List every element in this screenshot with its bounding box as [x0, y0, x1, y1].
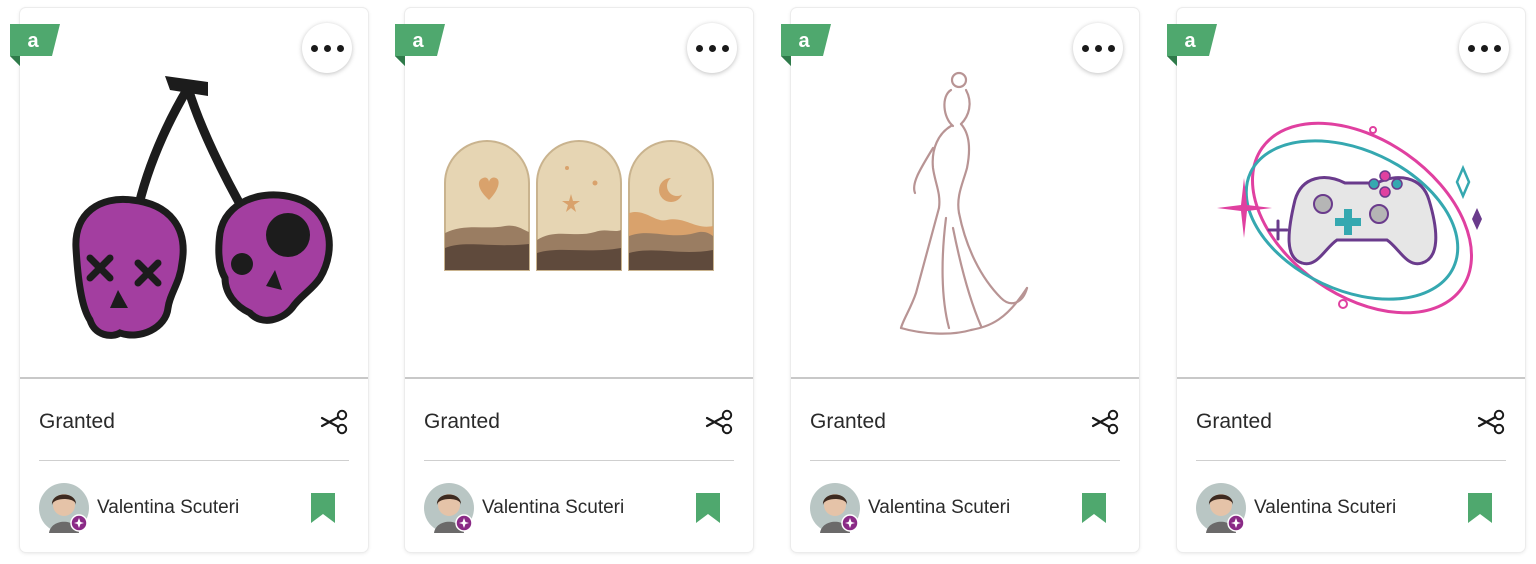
- more-options-icon: [310, 44, 344, 52]
- project-card[interactable]: a Granted Valentina Scuteri: [395, 8, 753, 552]
- author-row: Valentina Scuteri: [39, 482, 349, 534]
- project-grid: a Granted Valentina Scuteri a Granted Va…: [0, 0, 1536, 564]
- a-badge-icon: a: [10, 24, 60, 66]
- author-row: Valentina Scuteri: [424, 482, 734, 534]
- bookmark-icon[interactable]: [1080, 492, 1108, 524]
- author-name[interactable]: Valentina Scuteri: [868, 497, 1080, 519]
- scissors-icon[interactable]: [1476, 407, 1506, 437]
- card-title-row: Granted: [810, 400, 1120, 444]
- card-divider: [424, 460, 734, 461]
- bookmark-icon[interactable]: [694, 492, 722, 524]
- project-card[interactable]: a Granted Valentina Scuteri: [1167, 8, 1525, 552]
- card-thumbnail[interactable]: a: [395, 8, 753, 379]
- svg-text:a: a: [798, 30, 810, 52]
- author-row: Valentina Scuteri: [1196, 482, 1506, 534]
- svg-text:a: a: [1184, 30, 1196, 52]
- avatar[interactable]: [424, 483, 474, 533]
- card-divider: [1196, 460, 1506, 461]
- scissors-icon[interactable]: [1090, 407, 1120, 437]
- author-name[interactable]: Valentina Scuteri: [97, 497, 309, 519]
- card-title[interactable]: Granted: [810, 410, 886, 434]
- more-options-button[interactable]: [1073, 23, 1123, 73]
- card-thumbnail[interactable]: a: [781, 8, 1139, 379]
- a-badge-icon: a: [781, 24, 831, 66]
- card-title[interactable]: Granted: [424, 410, 500, 434]
- card-divider: [810, 460, 1120, 461]
- more-options-icon: [1467, 44, 1501, 52]
- card-title-row: Granted: [424, 400, 734, 444]
- project-card[interactable]: a Granted Valentina Scuteri: [781, 8, 1139, 552]
- bookmark-icon[interactable]: [309, 492, 337, 524]
- a-badge-icon: a: [395, 24, 445, 66]
- svg-text:a: a: [27, 30, 39, 52]
- card-thumbnail[interactable]: a: [1167, 8, 1525, 379]
- more-options-button[interactable]: [687, 23, 737, 73]
- card-title[interactable]: Granted: [1196, 410, 1272, 434]
- card-title-row: Granted: [1196, 400, 1506, 444]
- scissors-icon[interactable]: [704, 407, 734, 437]
- more-options-button[interactable]: [302, 23, 352, 73]
- card-divider: [39, 460, 349, 461]
- card-title[interactable]: Granted: [39, 410, 115, 434]
- a-badge-icon: a: [1167, 24, 1217, 66]
- avatar[interactable]: [1196, 483, 1246, 533]
- bookmark-icon[interactable]: [1466, 492, 1494, 524]
- more-options-icon: [1081, 44, 1115, 52]
- author-row: Valentina Scuteri: [810, 482, 1120, 534]
- scissors-icon[interactable]: [319, 407, 349, 437]
- project-card[interactable]: a Granted Valentina Scuteri: [10, 8, 368, 552]
- avatar[interactable]: [39, 483, 89, 533]
- author-name[interactable]: Valentina Scuteri: [1254, 497, 1466, 519]
- avatar[interactable]: [810, 483, 860, 533]
- author-name[interactable]: Valentina Scuteri: [482, 497, 694, 519]
- more-options-button[interactable]: [1459, 23, 1509, 73]
- svg-text:a: a: [412, 30, 424, 52]
- card-title-row: Granted: [39, 400, 349, 444]
- card-thumbnail[interactable]: a: [10, 8, 368, 379]
- more-options-icon: [695, 44, 729, 52]
